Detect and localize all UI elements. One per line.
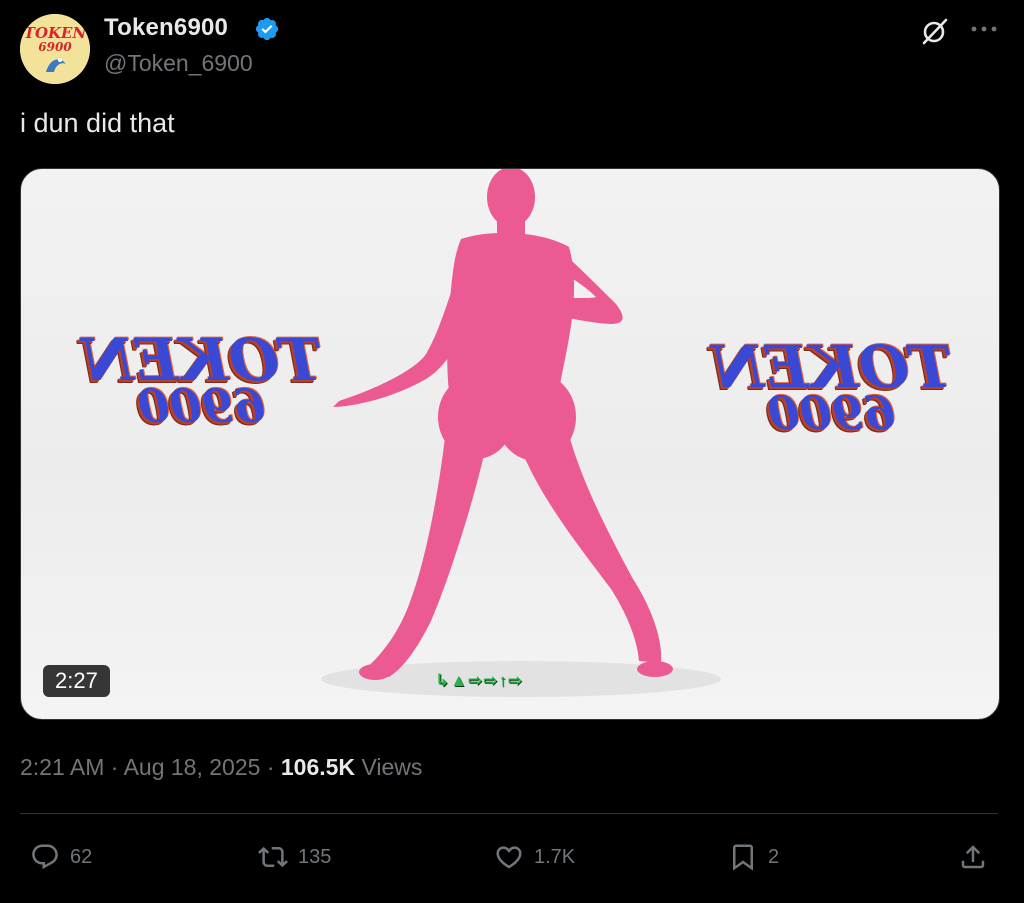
grok-icon[interactable] [920,16,950,46]
tweet-time[interactable]: 2:21 AM [20,754,104,780]
repost-button[interactable]: 135 [258,840,331,874]
bookmark-icon [733,844,753,871]
display-name[interactable]: Token6900 [104,14,228,42]
avatar[interactable]: TOKEN 6900 [20,14,90,84]
logo-right: TOKEN 6900 [711,333,952,440]
like-icon [496,846,522,869]
logo-left: TOKEN 6900 [81,326,322,433]
bookmark-button[interactable]: 2 [728,840,779,874]
video-frame [321,169,721,697]
video-caption-glyphs: ↳▲⇨⇨↑⇨ [435,671,524,690]
dancer-figure [333,169,673,680]
bookmark-count: 2 [768,845,780,868]
tweet-text: i dun did that [20,108,175,138]
divider [20,813,998,814]
more-icon[interactable] [970,22,998,36]
verified-badge-icon [255,17,279,41]
video-duration: 2:27 [43,665,110,697]
reply-icon [32,844,58,870]
share-icon [961,845,985,869]
tweet-date[interactable]: Aug 18, 2025 [124,754,261,780]
meta-separator: · [266,754,275,780]
like-count: 1.7K [534,845,576,868]
reply-count: 62 [70,845,93,868]
retweet-icon [258,846,288,868]
meta-separator: · [110,754,119,780]
like-button[interactable]: 1.7K [494,840,575,874]
views-count: 106.5K [280,754,356,780]
handle[interactable]: @Token_6900 [104,50,253,77]
avatar-text-bottom: 6900 [38,40,72,54]
avatar-image: TOKEN 6900 [20,14,90,84]
video-player[interactable]: TOKEN 6900 TOKEN 6900 ↳▲⇨⇨↑⇨ 2:27 [20,168,1000,720]
repost-count: 135 [298,845,332,868]
tweet-meta: 2:21 AM · Aug 18, 2025 · 106.5K Views [20,754,422,781]
reply-button[interactable]: 62 [30,840,92,874]
views-label: Views [361,754,423,780]
share-button[interactable] [958,840,988,874]
tweet: TOKEN 6900 Token6900 @Token_6900 i dun d… [0,0,1024,903]
